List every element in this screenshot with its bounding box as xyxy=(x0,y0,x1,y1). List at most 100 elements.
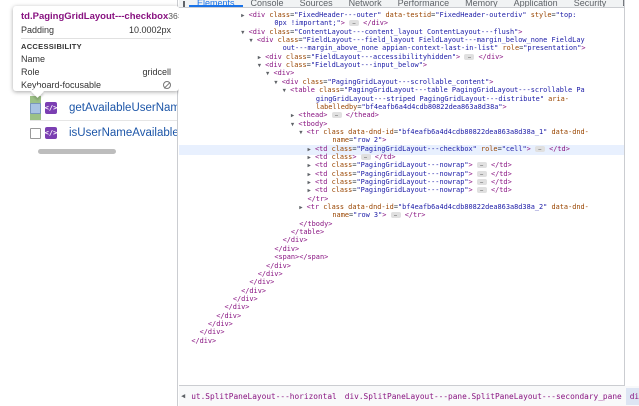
breadcrumb-item[interactable]: div.SplitPaneLayout---contents xyxy=(625,387,639,405)
dom-node-line[interactable]: </table> xyxy=(179,228,625,236)
tab-performance[interactable]: Performance xyxy=(390,0,458,7)
dom-node-line[interactable]: </div> xyxy=(179,303,625,311)
collapse-triangle-icon[interactable]: ▼ xyxy=(249,38,252,44)
dom-node-markup: <div class="PagingGridLayout---scrollabl… xyxy=(281,77,494,86)
dom-node-line[interactable]: 0px !important;"> … </div> xyxy=(179,19,625,27)
expand-triangle-icon[interactable]: ▶ xyxy=(308,163,311,169)
dom-node-markup: out---margin_above_none appian-context-l… xyxy=(282,44,586,53)
dom-node-line[interactable]: ▶ <td class="PagingGridLayout---nowrap">… xyxy=(179,186,625,194)
expand-triangle-icon[interactable]: ▶ xyxy=(299,205,302,211)
dom-node-line[interactable]: ▼ <div class="PagingGridLayout---scrolla… xyxy=(179,78,625,86)
inspect-element-icon[interactable] xyxy=(183,1,185,7)
tab-security[interactable]: Security xyxy=(566,0,615,7)
dom-node-line[interactable]: ▶ <div class="FieldLayout---accessibilit… xyxy=(179,53,625,61)
tab-console[interactable]: Console xyxy=(243,0,292,7)
dom-node-line[interactable]: out---margin_above_none appian-context-l… xyxy=(179,44,625,52)
dom-node-markup: <td class="PagingGridLayout---nowrap"> …… xyxy=(314,169,512,178)
dom-node-markup: </div> xyxy=(232,294,258,303)
dom-node-markup: <div class="FixedHeader---outer" data-te… xyxy=(248,11,577,19)
tab-application[interactable]: Application xyxy=(506,0,566,7)
breadcrumb-item[interactable]: ut.SplitPaneLayout---horizontal xyxy=(187,392,341,401)
dom-node-line[interactable]: </div> xyxy=(179,262,625,270)
dom-node-line[interactable]: </div> xyxy=(179,337,625,345)
row-checkbox[interactable] xyxy=(30,127,41,139)
dom-node-line[interactable]: ▼ <div> xyxy=(179,69,625,77)
tab-memory[interactable]: Memory xyxy=(457,0,506,7)
dom-node-line[interactable]: ▼ <div class="ContentLayout---content_la… xyxy=(179,28,625,36)
dom-node-line[interactable]: ▼ <tbody> xyxy=(179,120,625,128)
name-label: Name xyxy=(21,54,46,64)
dom-node-line[interactable]: ▶ <td class> … </td> xyxy=(179,153,625,161)
dom-node-line[interactable]: ▶ <td class="PagingGridLayout---nowrap">… xyxy=(179,178,625,186)
dom-node-line[interactable]: gingGridLayout---striped PagingGridLayou… xyxy=(179,95,625,103)
collapse-triangle-icon[interactable]: ▼ xyxy=(241,30,244,36)
dom-node-line[interactable]: </div> xyxy=(179,278,625,286)
devtools-panel: Elements Console Sources Network Performance… xyxy=(179,0,639,406)
dom-node-line[interactable]: <span></span> xyxy=(179,253,625,261)
dom-node-line[interactable]: </div> xyxy=(179,312,625,320)
collapse-triangle-icon[interactable]: ▼ xyxy=(266,71,269,77)
dom-node-line[interactable]: ▶ <td class="PagingGridLayout---nowrap">… xyxy=(179,170,625,178)
dom-node-markup: name="row 3"> … </tr> xyxy=(332,211,426,220)
row-name-link[interactable]: isUserNameAvailable xyxy=(69,127,177,139)
collapse-triangle-icon[interactable]: ▼ xyxy=(274,80,277,86)
grid-row[interactable]: </> getAvailableUserNames xyxy=(30,96,177,121)
dom-node-line[interactable]: </div> xyxy=(179,245,625,253)
dom-node-line[interactable]: ▶ <div class="FixedHeader---outer" data-… xyxy=(179,11,625,19)
dom-node-markup: <table class="PagingGridLayout---table P… xyxy=(290,86,585,95)
tab-elements[interactable]: Elements xyxy=(189,0,243,7)
dom-node-line[interactable]: ▼ <table class="PagingGridLayout---table… xyxy=(179,86,625,94)
collapse-triangle-icon[interactable]: ▼ xyxy=(283,88,286,94)
expand-triangle-icon[interactable]: ▶ xyxy=(308,188,311,194)
dom-node-line[interactable]: ▶ <td class="PagingGridLayout---nowrap">… xyxy=(179,161,625,169)
collapse-triangle-icon[interactable]: ▼ xyxy=(299,130,302,136)
collapse-triangle-icon[interactable]: ▼ xyxy=(291,122,294,128)
horizontal-scrollbar[interactable] xyxy=(38,149,116,154)
elements-tree[interactable]: ▶ <div class="FixedHeader---outer" data-… xyxy=(179,9,625,385)
dom-node-markup: </div> xyxy=(199,328,225,337)
dom-node-markup: labelledby="bf4eafb6a4d4cdb80822dea863a8… xyxy=(315,102,507,111)
expand-triangle-icon[interactable]: ▶ xyxy=(291,113,294,119)
tab-sources[interactable]: Sources xyxy=(292,0,341,7)
dom-node-line[interactable]: name="row 2"> xyxy=(179,136,625,144)
dom-node-markup: <div class="FieldLayout---accessibilityh… xyxy=(265,52,504,61)
code-icon: </> xyxy=(44,102,58,114)
dom-node-line[interactable]: </div> xyxy=(179,328,625,336)
dom-node-line[interactable]: </div> xyxy=(179,295,625,303)
collapse-triangle-icon[interactable]: ▼ xyxy=(258,63,261,69)
dom-node-markup: <div> xyxy=(273,69,295,78)
row-checkbox[interactable] xyxy=(30,102,41,114)
dom-node-line[interactable]: ▶ <tr class data-dnd-id="bf4eafb6a4d4cdb… xyxy=(179,203,625,211)
checkbox-cell[interactable] xyxy=(30,96,41,120)
styles-pane-edge xyxy=(624,0,639,386)
dom-node-line[interactable]: ▼ <tr class data-dnd-id="bf4eafb6a4d4cdb… xyxy=(179,128,625,136)
dom-node-line[interactable]: ▼ <div class="FieldLayout---field_layout… xyxy=(179,36,625,44)
row-name-link[interactable]: getAvailableUserNames xyxy=(69,102,177,114)
dom-node-line[interactable]: </div> xyxy=(179,287,625,295)
grid-row[interactable]: </> isUserNameAvailable xyxy=(30,121,177,145)
dom-node-line[interactable]: </tbody> xyxy=(179,220,625,228)
dom-node-markup: </tr> xyxy=(307,194,329,203)
inspect-tooltip: td.PagingGridLayout---checkbox 36×41 Pad… xyxy=(13,6,192,91)
dom-node-markup: name="row 2"> xyxy=(332,136,387,145)
dom-node-line[interactable]: ▼ <div class="FieldLayout---input_below"… xyxy=(179,61,625,69)
breadcrumb-scroll-left-icon[interactable]: ◀ xyxy=(179,392,187,400)
dom-node-line[interactable]: </div> xyxy=(179,320,625,328)
expand-triangle-icon[interactable]: ▶ xyxy=(241,13,244,19)
expand-triangle-icon[interactable]: ▶ xyxy=(308,180,311,186)
dom-node-line[interactable]: </div> xyxy=(179,270,625,278)
breadcrumb-item[interactable]: div.SplitPaneLayout---pane.SplitPaneLayo… xyxy=(341,392,626,401)
expand-triangle-icon[interactable]: ▶ xyxy=(308,155,311,161)
dom-node-line[interactable]: </tr> xyxy=(179,195,625,203)
tab-network[interactable]: Network xyxy=(341,0,390,7)
checkbox-cell[interactable] xyxy=(30,121,41,145)
dom-node-line[interactable]: name="row 3"> … </tr> xyxy=(179,211,625,219)
dom-node-line[interactable]: labelledby="bf4eafb6a4d4cdb80822dea863a8… xyxy=(179,103,625,111)
dom-node-markup: <tr class data-dnd-id="bf4eafb6a4d4cdb80… xyxy=(306,203,589,212)
dom-node-line[interactable]: </div> xyxy=(179,236,625,244)
expand-triangle-icon[interactable]: ▶ xyxy=(308,172,311,178)
expand-triangle-icon[interactable]: ▶ xyxy=(258,55,261,61)
dom-node-markup: </div> xyxy=(224,303,250,312)
expand-triangle-icon[interactable]: ▶ xyxy=(308,147,311,153)
dom-node-line[interactable]: ▶ <thead> … </thead> xyxy=(179,111,625,119)
